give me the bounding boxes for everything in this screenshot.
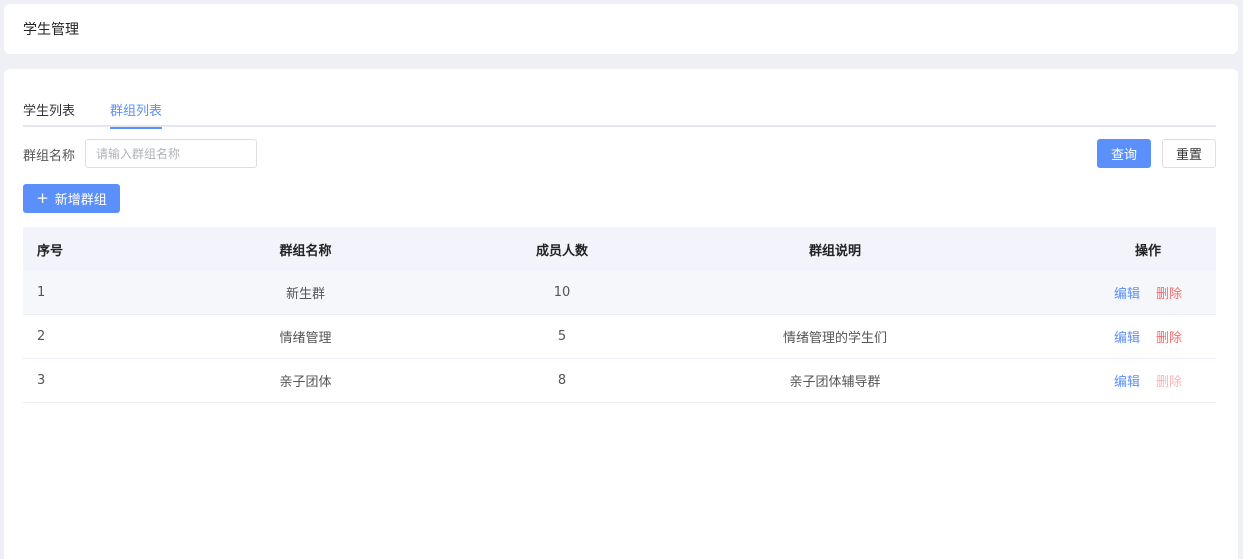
row-index: 3 <box>37 373 46 388</box>
query-button[interactable]: 查询 <box>1097 139 1151 168</box>
row-description: 亲子团体辅导群 <box>789 375 881 390</box>
edit-link[interactable]: 编辑 <box>1114 327 1140 346</box>
table-row: 1 新生群 10 编辑 删除 <box>23 271 1216 315</box>
row-actions: 编辑 删除 <box>1080 283 1216 302</box>
row-group-name: 情绪管理 <box>279 331 332 346</box>
tab-group-list[interactable]: 群组列表 <box>110 100 163 129</box>
reset-button[interactable]: 重置 <box>1162 139 1216 168</box>
group-name-label: 群组名称 <box>23 149 76 164</box>
delete-link[interactable]: 删除 <box>1156 283 1182 302</box>
add-group-button[interactable]: + 新增群组 <box>23 184 120 213</box>
edit-link[interactable]: 编辑 <box>1114 283 1140 302</box>
tab-bar: 学生列表 群组列表 <box>23 98 1216 129</box>
delete-link[interactable]: 删除 <box>1156 371 1182 390</box>
tab-student-list[interactable]: 学生列表 <box>23 100 75 127</box>
add-group-label: 新增群组 <box>54 193 107 208</box>
row-group-name: 新生群 <box>285 287 325 302</box>
table-row: 3 亲子团体 8 亲子团体辅导群 编辑 删除 <box>23 359 1216 403</box>
row-member-count: 10 <box>553 285 571 300</box>
row-actions: 编辑 删除 <box>1080 371 1216 390</box>
row-member-count: 8 <box>557 373 567 388</box>
column-header-description: 群组说明 <box>808 243 861 259</box>
row-index: 2 <box>37 329 46 344</box>
group-name-input[interactable] <box>85 139 257 168</box>
column-header-count: 成员人数 <box>535 243 588 259</box>
row-group-name: 亲子团体 <box>279 375 332 390</box>
main-panel: 学生列表 群组列表 群组名称 查询 重置 + 新增群组 序号 群组名称 成员人数… <box>4 69 1238 559</box>
plus-icon: + <box>36 189 49 207</box>
row-actions: 编辑 删除 <box>1080 327 1216 346</box>
column-header-name: 群组名称 <box>279 243 332 259</box>
group-table: 序号 群组名称 成员人数 群组说明 操作 1 新生群 10 编辑 删除 2 情绪… <box>23 227 1216 403</box>
table-row: 2 情绪管理 5 情绪管理的学生们 编辑 删除 <box>23 315 1216 359</box>
row-member-count: 5 <box>557 329 567 344</box>
row-description: 情绪管理的学生们 <box>782 331 887 346</box>
edit-link[interactable]: 编辑 <box>1114 371 1140 390</box>
row-index: 1 <box>37 285 46 300</box>
delete-link[interactable]: 删除 <box>1156 327 1182 346</box>
column-header-actions: 操作 <box>1134 243 1161 259</box>
page-title: 学生管理 <box>23 22 79 38</box>
page-header: 学生管理 <box>4 4 1238 54</box>
column-header-index: 序号 <box>37 243 64 259</box>
table-header: 序号 群组名称 成员人数 群组说明 操作 <box>23 227 1216 271</box>
